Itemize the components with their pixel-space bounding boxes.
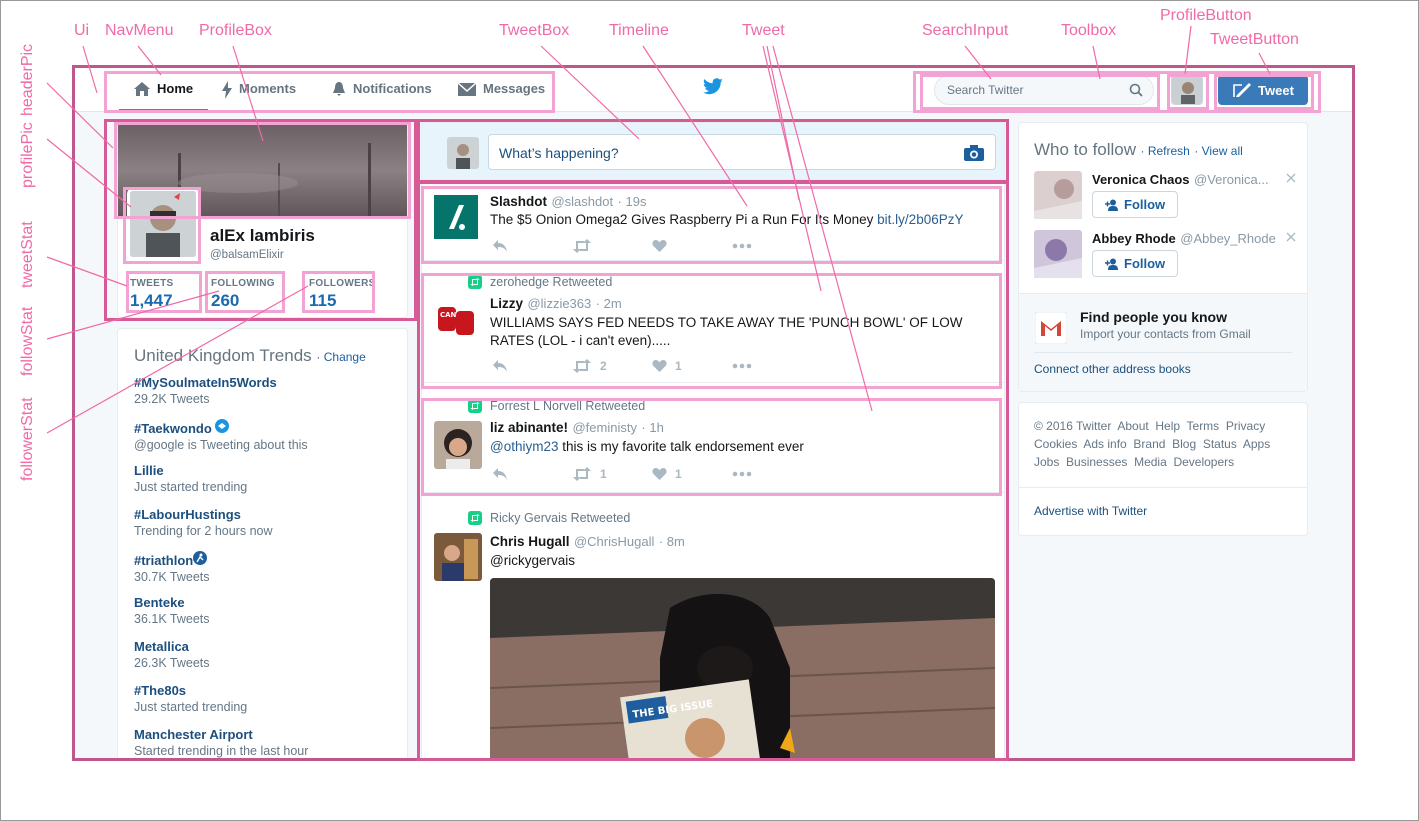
- label-ui: Ui: [74, 22, 90, 39]
- follow-stat-outline: [205, 271, 285, 313]
- tweet-outline: [421, 273, 1002, 389]
- tweet-outline: [421, 398, 1002, 496]
- nav-menu-outline: [104, 71, 555, 113]
- label-profile-button: ProfileButton: [1160, 7, 1252, 24]
- label-header-pic: headerPic: [19, 43, 36, 116]
- label-tweet-button: TweetButton: [1210, 31, 1299, 48]
- profile-button-outline: [1167, 74, 1209, 110]
- label-nav-menu: NavMenu: [105, 22, 174, 39]
- label-timeline: Timeline: [609, 22, 669, 39]
- label-toolbox: Toolbox: [1061, 22, 1117, 39]
- label-follower-stat: followerStat: [19, 397, 36, 481]
- label-profile-pic: profilePic: [19, 122, 36, 188]
- label-tweet-box: TweetBox: [499, 22, 570, 39]
- diagram-frame: Home Moments Notifications Messages Sear…: [0, 0, 1419, 821]
- tweet-outline: [421, 186, 1002, 264]
- label-tweet-stat: tweetStat: [19, 221, 36, 288]
- search-input-outline: [920, 74, 1160, 110]
- tweet-box-outline: [417, 119, 1009, 183]
- tweet-button-outline: [1214, 74, 1314, 110]
- profile-pic-outline: [123, 187, 201, 264]
- label-tweet: Tweet: [742, 22, 785, 39]
- follower-stat-outline: [302, 271, 375, 313]
- tweet-stat-outline: [126, 271, 202, 313]
- label-follow-stat: followStat: [19, 306, 36, 376]
- label-profile-box: ProfileBox: [199, 22, 272, 39]
- label-search-input: SearchInput: [922, 22, 1009, 39]
